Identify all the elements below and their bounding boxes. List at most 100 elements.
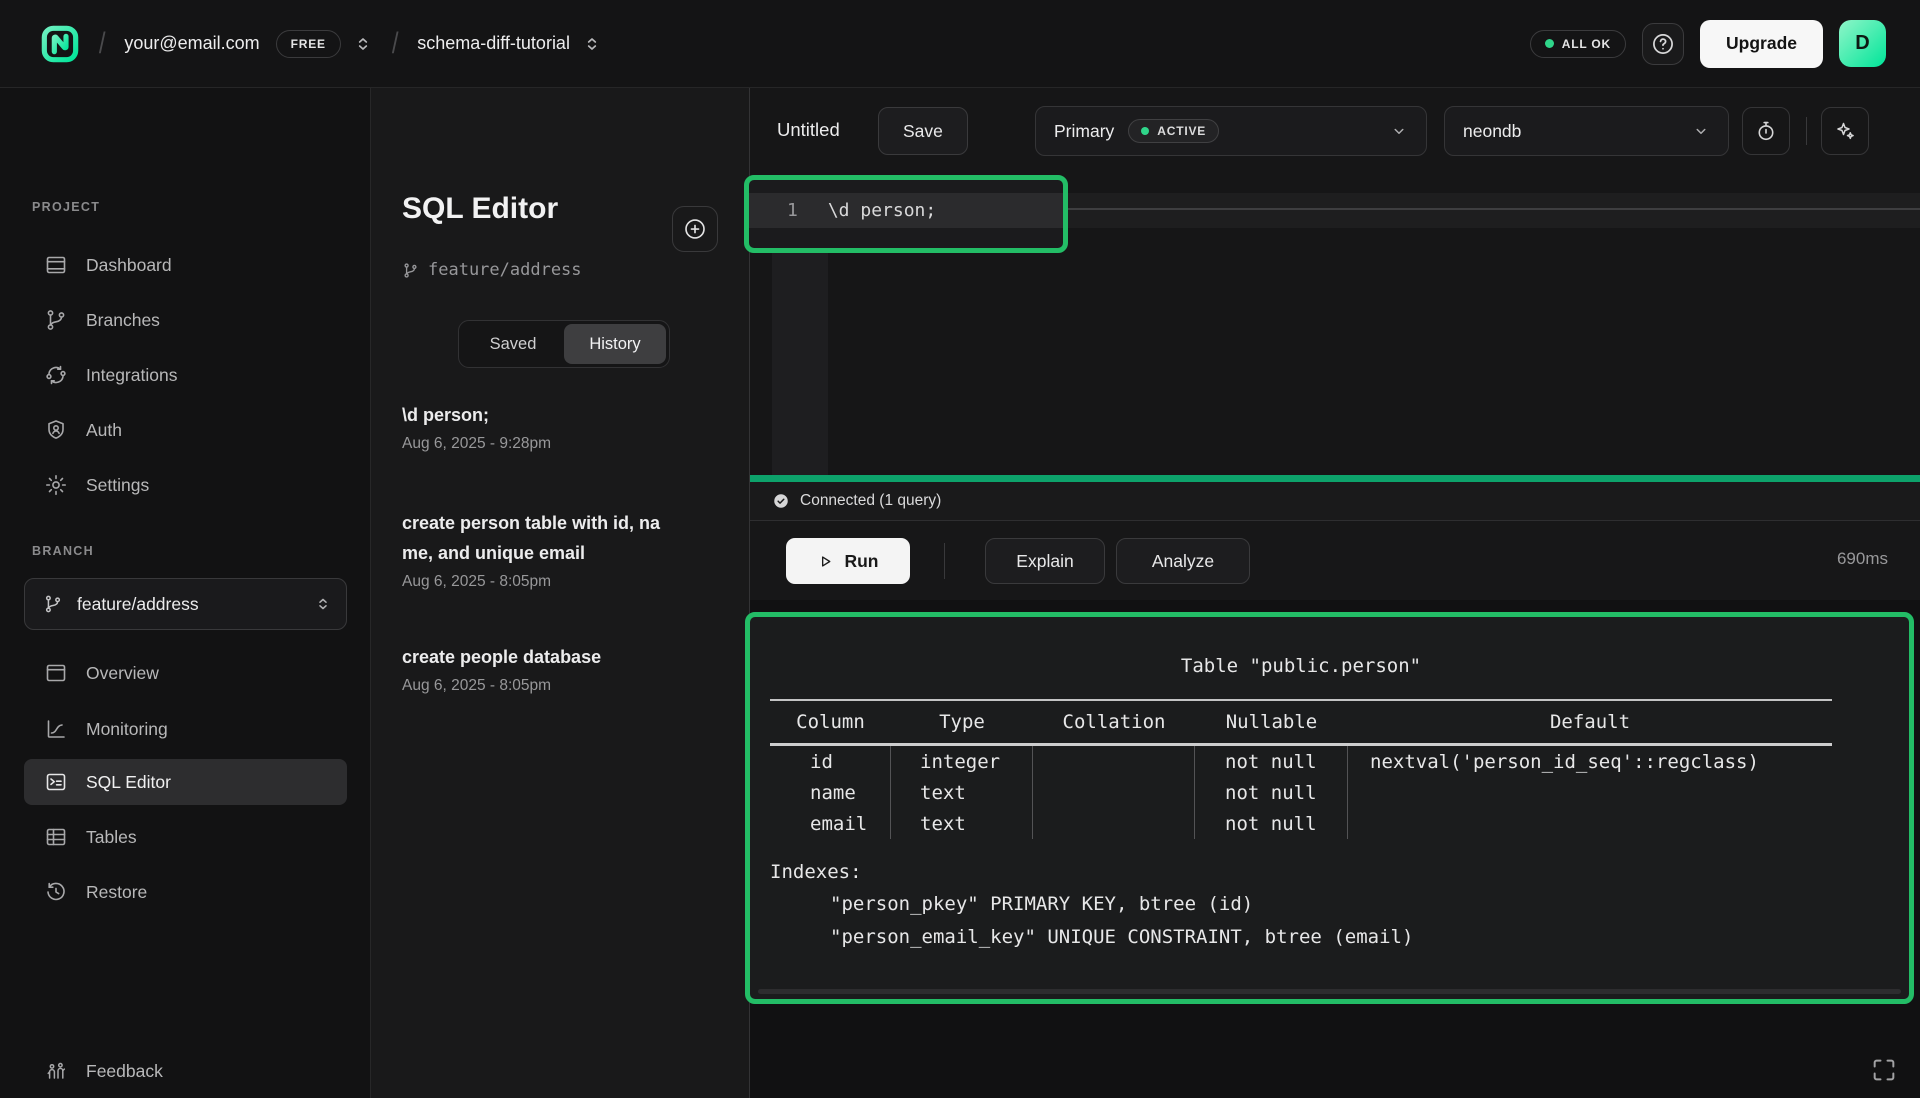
integrations-icon [44, 363, 68, 387]
annotation-box-query: 1 \d person; [744, 175, 1068, 253]
sidebar-item-monitoring[interactable]: Monitoring [24, 706, 347, 752]
column-header: Default [1348, 711, 1832, 733]
sidebar-item-settings[interactable]: Settings [24, 462, 347, 508]
gear-icon [44, 473, 68, 497]
sql-editor-panel: SQL Editor feature/address Saved History… [371, 88, 750, 1098]
editor-tabbar: Untitled Save Primary ACTIVE neondb [750, 88, 1920, 175]
sidebar-item-tables[interactable]: Tables [24, 814, 347, 860]
auth-shield-icon [44, 418, 68, 442]
code-line[interactable]: 1 \d person; [749, 193, 1063, 228]
window-icon [44, 661, 68, 685]
upgrade-button[interactable]: Upgrade [1700, 20, 1823, 68]
feedback-people-icon [44, 1059, 68, 1083]
result-table-title: Table "public.person" [770, 655, 1832, 677]
sidebar-item-sql-editor[interactable]: SQL Editor [24, 759, 347, 805]
compute-status-badge: ACTIVE [1128, 119, 1219, 143]
table-row: name text not null [770, 777, 1832, 808]
sidebar-item-overview[interactable]: Overview [24, 650, 347, 696]
pane-resize-handle[interactable] [750, 475, 1920, 482]
history-item-title: create people database [402, 642, 724, 672]
git-branch-icon [44, 308, 68, 332]
check-circle-icon [772, 492, 790, 510]
git-branch-icon [43, 594, 63, 614]
code-editor[interactable]: 1 \d person; [750, 175, 1920, 475]
sidebar-item-restore[interactable]: Restore [24, 869, 347, 915]
account-email[interactable]: your@email.com [124, 33, 259, 54]
cell-nullable: not null [1195, 813, 1317, 835]
neon-logo-icon[interactable] [40, 24, 80, 64]
sidebar-item-label: Feedback [86, 1061, 163, 1082]
save-button[interactable]: Save [878, 107, 968, 155]
table-header-row: Column Type Collation Nullable Default [770, 701, 1832, 743]
tab-saved[interactable]: Saved [462, 324, 564, 364]
history-item[interactable]: create person table with id, name, and u… [402, 508, 724, 591]
sidebar-item-branches[interactable]: Branches [24, 297, 347, 343]
branch-section-label: BRANCH [32, 544, 94, 558]
line-number: 1 [787, 200, 798, 221]
play-icon [817, 553, 834, 570]
run-button[interactable]: Run [786, 538, 910, 584]
ai-assist-button[interactable] [1821, 107, 1869, 155]
cell-type: text [891, 813, 966, 835]
chevrons-up-down-icon [314, 595, 332, 613]
new-query-button[interactable] [672, 206, 718, 252]
status-dot-icon [1545, 39, 1554, 48]
tab-history[interactable]: History [564, 324, 666, 364]
expand-results-button[interactable] [1870, 1056, 1898, 1084]
branch-selector[interactable]: feature/address [24, 578, 347, 630]
sidebar-item-label: Restore [86, 882, 147, 903]
question-circle-icon [1650, 31, 1676, 57]
branch-selector-value: feature/address [77, 594, 300, 615]
column-header: Nullable [1195, 711, 1348, 733]
history-item[interactable]: \d person; Aug 6, 2025 - 9:28pm [402, 400, 724, 453]
sidebar-item-label: Settings [86, 475, 149, 496]
sidebar-item-integrations[interactable]: Integrations [24, 352, 347, 398]
query-duration: 690ms [1837, 549, 1888, 569]
page-title: SQL Editor [402, 192, 558, 226]
query-tab-title[interactable]: Untitled [777, 119, 840, 141]
sidebar-item-label: Branches [86, 310, 160, 331]
toolbar-separator [1806, 117, 1807, 145]
cell-column: name [770, 782, 856, 804]
history-item-timestamp: Aug 6, 2025 - 8:05pm [402, 573, 724, 591]
sidebar-item-auth[interactable]: Auth [24, 407, 347, 453]
database-selector[interactable]: neondb [1444, 106, 1729, 156]
table-icon [44, 825, 68, 849]
compute-selector[interactable]: Primary ACTIVE [1035, 106, 1427, 156]
topbar: / your@email.com FREE / schema-diff-tuto… [0, 0, 1920, 88]
status-badge[interactable]: ALL OK [1530, 30, 1626, 58]
sparkle-icon [1833, 119, 1857, 143]
query-timing-button[interactable] [1742, 107, 1790, 155]
sidebar-item-feedback[interactable]: Feedback [24, 1048, 347, 1094]
help-button[interactable] [1642, 23, 1684, 65]
explain-button[interactable]: Explain [985, 538, 1105, 584]
window-icon [44, 253, 68, 277]
analyze-button[interactable]: Analyze [1116, 538, 1250, 584]
cell-column: id [770, 751, 833, 773]
history-item-title: create person table with id, name, and u… [402, 508, 668, 568]
cell-default [1348, 813, 1370, 835]
avatar[interactable]: D [1839, 20, 1886, 67]
results-area: Table "public.person" Column Type Collat… [750, 600, 1920, 1098]
project-name[interactable]: schema-diff-tutorial [417, 33, 570, 54]
sidebar: PROJECT Dashboard Branches Integrations … [0, 88, 371, 1098]
cell-default [1348, 782, 1370, 804]
actions-row: Run Explain Analyze 690ms [750, 521, 1920, 600]
history-item[interactable]: create people database Aug 6, 2025 - 8:0… [402, 642, 724, 695]
sidebar-item-label: SQL Editor [86, 772, 171, 793]
results-hscrollbar[interactable] [758, 989, 1901, 994]
account-switcher-chevrons-icon[interactable] [353, 34, 373, 54]
cell-type: integer [891, 751, 1000, 773]
monitoring-icon [44, 717, 68, 741]
cell-nullable: not null [1195, 782, 1317, 804]
history-item-timestamp: Aug 6, 2025 - 9:28pm [402, 435, 724, 453]
project-switcher-chevrons-icon[interactable] [582, 34, 602, 54]
annotation-box-results: Table "public.person" Column Type Collat… [745, 612, 1914, 1004]
cell-column: email [770, 813, 867, 835]
chevron-down-icon [1390, 122, 1408, 140]
table-row: email text not null [770, 808, 1832, 839]
editor-hscrollbar[interactable] [1068, 208, 1920, 210]
breadcrumb-separator: / [99, 27, 106, 61]
sidebar-item-dashboard[interactable]: Dashboard [24, 242, 347, 288]
panel-branch: feature/address [402, 260, 582, 280]
